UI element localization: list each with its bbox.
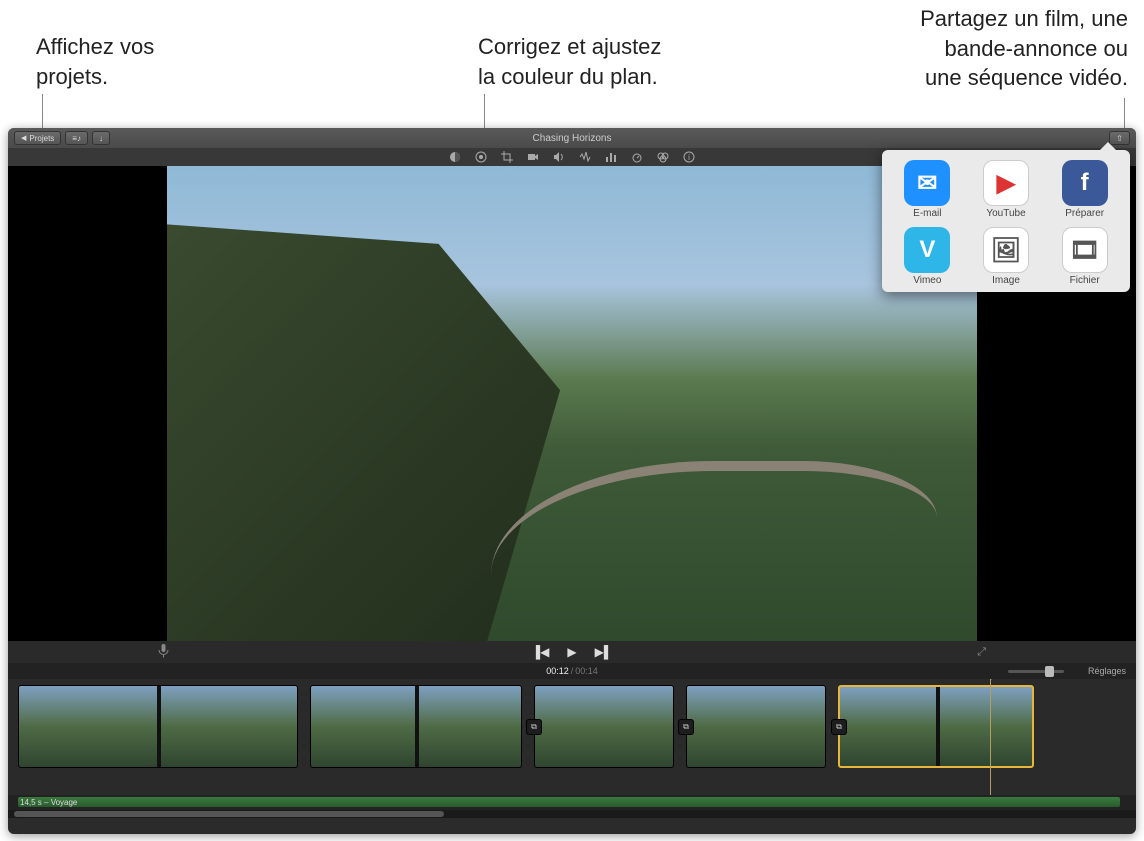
equalizer-icon[interactable] <box>605 151 617 163</box>
project-label: 14,5 s – Voyage <box>20 798 77 807</box>
media-icon: ≡♪ <box>72 134 81 143</box>
preview-frame[interactable] <box>167 166 977 641</box>
import-button[interactable]: ↓ <box>92 131 110 145</box>
share-icon: ⇧ <box>1116 134 1123 143</box>
color-balance-icon[interactable] <box>449 151 461 163</box>
share-option-vimeo[interactable]: V Vimeo <box>890 227 965 286</box>
share-app-icon: f <box>1062 160 1108 206</box>
camera-icon[interactable] <box>527 151 539 163</box>
media-library-button[interactable]: ≡♪ <box>65 131 88 145</box>
scroll-thumb[interactable] <box>14 811 444 817</box>
share-app-icon: ✉ <box>904 160 950 206</box>
project-track: 14,5 s – Voyage <box>8 795 1136 810</box>
crop-icon[interactable] <box>501 151 513 163</box>
share-popover: ✉ E-mail ▶ YouTube f Préparer V Vimeo 🖼 Image 🎞 Fic… <box>882 150 1130 292</box>
timeline-clip[interactable]: ⧉ <box>686 685 826 768</box>
share-option-image[interactable]: 🖼 Image <box>969 227 1044 286</box>
share-option-label: Fichier <box>1070 275 1100 286</box>
svg-text:i: i <box>688 153 690 162</box>
transition-icon[interactable]: ⧉ <box>831 719 847 735</box>
time-row: 00:12 / 00:14 Réglages <box>8 663 1136 679</box>
projects-button[interactable]: ◀ Projets <box>14 131 61 145</box>
share-option-fichier[interactable]: 🎞 Fichier <box>1047 227 1122 286</box>
project-title: Chasing Horizons <box>533 133 612 144</box>
timeline-clip[interactable] <box>18 685 298 768</box>
share-option-youtube[interactable]: ▶ YouTube <box>969 160 1044 219</box>
transition-icon[interactable]: ⧉ <box>678 719 694 735</box>
share-option-label: YouTube <box>986 208 1025 219</box>
share-option-label: Vimeo <box>913 275 941 286</box>
playhead[interactable] <box>990 679 991 795</box>
info-icon[interactable]: i <box>683 151 695 163</box>
timeline-settings-button[interactable]: Réglages <box>1088 666 1126 676</box>
callout-color: Corrigez et ajustezla couleur du plan. <box>478 32 661 91</box>
share-option-label: Préparer <box>1065 208 1104 219</box>
imovie-window: ◀ Projets ≡♪ ↓ Chasing Horizons ⇧ i ▐◀ <box>8 128 1136 834</box>
share-app-icon: ▶ <box>983 160 1029 206</box>
share-option-préparer[interactable]: f Préparer <box>1047 160 1122 219</box>
total-time: 00:14 <box>575 666 598 676</box>
transition-icon[interactable]: ⧉ <box>526 719 542 735</box>
play-button[interactable]: ▶ <box>567 645 576 659</box>
share-option-label: E-mail <box>913 208 941 219</box>
voiceover-button[interactable] <box>158 644 169 661</box>
filter-icon[interactable] <box>657 151 669 163</box>
audio-track-bar[interactable] <box>18 797 1120 807</box>
time-separator: / <box>571 666 574 676</box>
zoom-slider[interactable] <box>1008 670 1064 673</box>
projects-button-label: Projets <box>29 134 54 143</box>
zoom-handle[interactable] <box>1045 666 1054 677</box>
share-app-icon: 🎞 <box>1062 227 1108 273</box>
next-frame-button[interactable]: ▶▌ <box>595 645 613 659</box>
current-time: 00:12 <box>546 666 569 676</box>
speed-icon[interactable] <box>631 151 643 163</box>
download-icon: ↓ <box>99 134 103 143</box>
playback-bar: ▐◀ ▶ ▶▌ ⤢ <box>8 641 1136 663</box>
top-toolbar: ◀ Projets ≡♪ ↓ Chasing Horizons ⇧ <box>8 128 1136 148</box>
color-wheel-icon[interactable] <box>475 151 487 163</box>
volume-icon[interactable] <box>553 151 565 163</box>
share-app-icon: 🖼 <box>983 227 1029 273</box>
noise-icon[interactable] <box>579 151 591 163</box>
share-option-label: Image <box>992 275 1020 286</box>
timeline-clip[interactable]: ⧉ <box>838 685 1034 768</box>
prev-frame-button[interactable]: ▐◀ <box>532 645 550 659</box>
share-option-e-mail[interactable]: ✉ E-mail <box>890 160 965 219</box>
timeline-clip[interactable]: ⧉ <box>534 685 674 768</box>
timeline-scrollbar[interactable] <box>8 810 1136 818</box>
timeline[interactable]: ⧉⧉⧉ <box>8 679 1136 795</box>
timeline-clip[interactable] <box>310 685 522 768</box>
callout-share: Partagez un film, unebande-annonce ouune… <box>832 4 1128 93</box>
chevron-left-icon: ◀ <box>21 134 26 142</box>
fullscreen-button[interactable]: ⤢ <box>977 646 986 659</box>
callout-projects: Affichez vosprojets. <box>36 32 154 91</box>
share-app-icon: V <box>904 227 950 273</box>
